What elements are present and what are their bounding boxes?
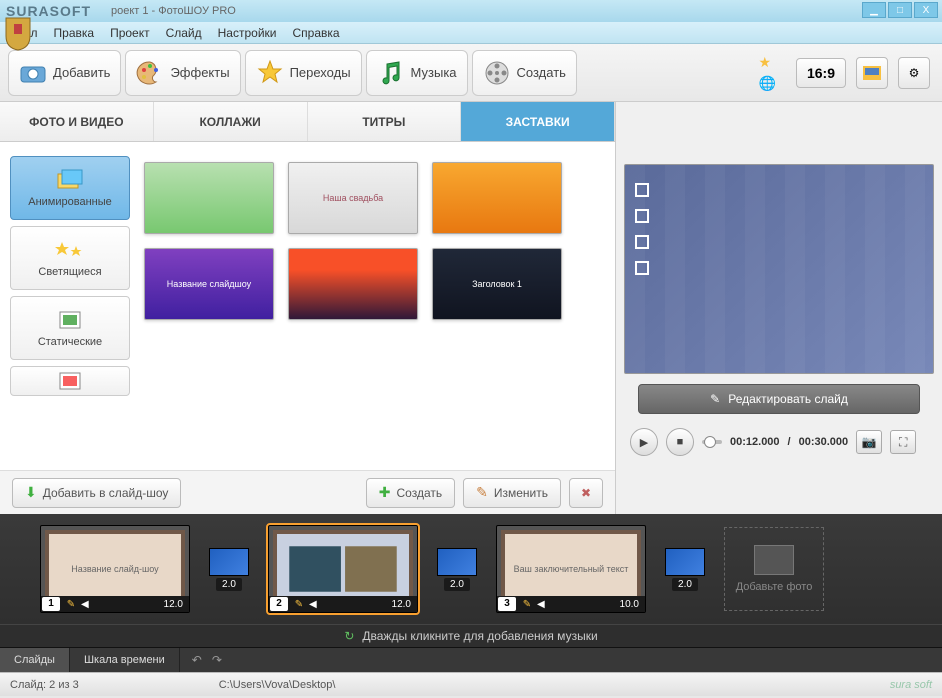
timeline-slide[interactable]: Ваш заключительный текст 3✎◀10.0	[496, 525, 646, 613]
template-thumb[interactable]	[144, 162, 274, 234]
minimize-button[interactable]: ▁	[862, 2, 886, 18]
template-thumb[interactable]: Название слайдшоу	[144, 248, 274, 320]
menubar: Файл Правка Проект Слайд Настройки Справ…	[0, 22, 942, 44]
create-tab[interactable]: Создать	[472, 50, 577, 96]
template-thumb[interactable]: Заголовок 1	[432, 248, 562, 320]
aspect-ratio-button[interactable]: 16:9	[796, 58, 846, 88]
redo-button[interactable]: ↷	[212, 653, 222, 667]
window-title: роект 1 - ФотоШОУ PRO	[111, 5, 236, 17]
delete-button[interactable]: ✖	[569, 478, 603, 508]
pencil-icon: ✎	[710, 392, 720, 406]
status-bar: Слайд: 2 из 3 C:\Users\Vova\Desktop\ sur…	[0, 672, 942, 696]
add-to-slideshow-button[interactable]: ⬇Добавить в слайд-шоу	[12, 478, 181, 508]
create-button[interactable]: ✚Создать	[366, 478, 455, 508]
tab-collages[interactable]: КОЛЛАЖИ	[154, 102, 308, 141]
play-button[interactable]: ▶	[630, 428, 658, 456]
close-button[interactable]: X	[914, 2, 938, 18]
time-current: 00:12.000	[730, 436, 780, 448]
pencil-icon: ✎	[61, 599, 81, 610]
menu-settings[interactable]: Настройки	[218, 26, 277, 40]
music-track[interactable]: ↻ Дважды кликните для добавления музыки	[0, 624, 942, 648]
delete-icon: ✖	[581, 486, 591, 500]
pencil-icon: ✎	[476, 484, 488, 501]
star-icon	[256, 59, 284, 87]
gear-icon: ⚙	[909, 66, 920, 80]
tab-photo-video[interactable]: ФОТО И ВИДЕО	[0, 102, 154, 141]
template-thumb[interactable]	[288, 248, 418, 320]
app-crest-logo	[2, 16, 34, 52]
plus-icon: ✚	[379, 484, 391, 501]
add-button[interactable]: Добавить	[8, 50, 121, 96]
stop-button[interactable]: ■	[666, 428, 694, 456]
content-panel: ФОТО И ВИДЕО КОЛЛАЖИ ТИТРЫ ЗАСТАВКИ Аним…	[0, 102, 616, 514]
seek-slider[interactable]	[702, 440, 722, 444]
tab-slides-view[interactable]: Слайды	[0, 648, 70, 672]
animated-icon	[54, 168, 86, 192]
star-icon[interactable]: ★	[759, 54, 776, 71]
tab-titles[interactable]: ТИТРЫ	[308, 102, 462, 141]
refresh-icon: ↻	[344, 629, 354, 643]
effects-tab[interactable]: Эффекты	[125, 50, 240, 96]
sidecat-animated[interactable]: Анимированные	[10, 156, 130, 220]
globe-icon[interactable]: 🌐	[759, 75, 776, 92]
tab-timeline-view[interactable]: Шкала времени	[70, 648, 180, 672]
glowing-icon	[54, 238, 86, 262]
menu-slide[interactable]: Слайд	[166, 26, 202, 40]
timeline-slide[interactable]: Название слайд-шоу 1✎◀12.0	[40, 525, 190, 613]
timeline: Название слайд-шоу 1✎◀12.0 2.0 2✎◀12.0 2…	[0, 514, 942, 672]
pencil-icon: ✎	[517, 599, 537, 610]
picture-icon	[54, 369, 86, 393]
camera-icon	[19, 59, 47, 87]
display-mode-button[interactable]	[856, 57, 888, 89]
image-placeholder-icon	[754, 545, 794, 575]
fullscreen-button[interactable]: ⛶	[890, 430, 916, 454]
fullscreen-icon: ⛶	[899, 435, 907, 450]
pencil-icon: ✎	[289, 599, 309, 610]
music-tab[interactable]: Музыка	[366, 50, 468, 96]
settings-button[interactable]: ⚙	[898, 57, 930, 89]
menu-project[interactable]: Проект	[110, 26, 150, 40]
transitions-tab[interactable]: Переходы	[245, 50, 362, 96]
transition-strip[interactable]: 2.0	[206, 544, 252, 594]
arrow-down-icon: ⬇	[25, 484, 37, 501]
undo-button[interactable]: ↶	[192, 653, 202, 667]
template-thumb[interactable]	[432, 162, 562, 234]
tab-intros[interactable]: ЗАСТАВКИ	[461, 102, 615, 141]
main-toolbar: Добавить Эффекты Переходы Музыка Создать…	[0, 44, 942, 102]
snapshot-button[interactable]: 📷	[856, 430, 882, 454]
titlebar: SURASOFT роект 1 - ФотоШОУ PRO ▁ □ X	[0, 0, 942, 22]
sidecat-glowing[interactable]: Светящиеся	[10, 226, 130, 290]
edit-button[interactable]: ✎Изменить	[463, 478, 561, 508]
static-icon	[54, 308, 86, 332]
watermark: sura soft	[890, 679, 932, 691]
time-total: 00:30.000	[799, 436, 849, 448]
maximize-button[interactable]: □	[888, 2, 912, 18]
preview-canvas[interactable]	[624, 164, 934, 374]
music-icon	[377, 59, 405, 87]
template-grid: Наша свадьба Название слайдшоу Заголовок…	[138, 156, 605, 464]
camera-icon: 📷	[862, 435, 877, 449]
menu-edit[interactable]: Правка	[54, 26, 95, 40]
transition-strip[interactable]: 2.0	[662, 544, 708, 594]
add-photo-button[interactable]: Добавьте фото	[724, 527, 824, 611]
palette-icon	[136, 59, 164, 87]
reel-icon	[483, 59, 511, 87]
menu-help[interactable]: Справка	[292, 26, 339, 40]
project-path: C:\Users\Vova\Desktop\	[219, 679, 336, 691]
transition-strip[interactable]: 2.0	[434, 544, 480, 594]
timeline-slide[interactable]: 2✎◀12.0	[268, 525, 418, 613]
sidecat-static[interactable]: Статические	[10, 296, 130, 360]
sidecat-more[interactable]	[10, 366, 130, 396]
template-thumb[interactable]: Наша свадьба	[288, 162, 418, 234]
edit-slide-button[interactable]: ✎Редактировать слайд	[638, 384, 920, 414]
slide-counter: Слайд: 2 из 3	[10, 679, 79, 691]
preview-panel: ✎Редактировать слайд ▶ ■ 00:12.000 / 00:…	[616, 102, 942, 514]
